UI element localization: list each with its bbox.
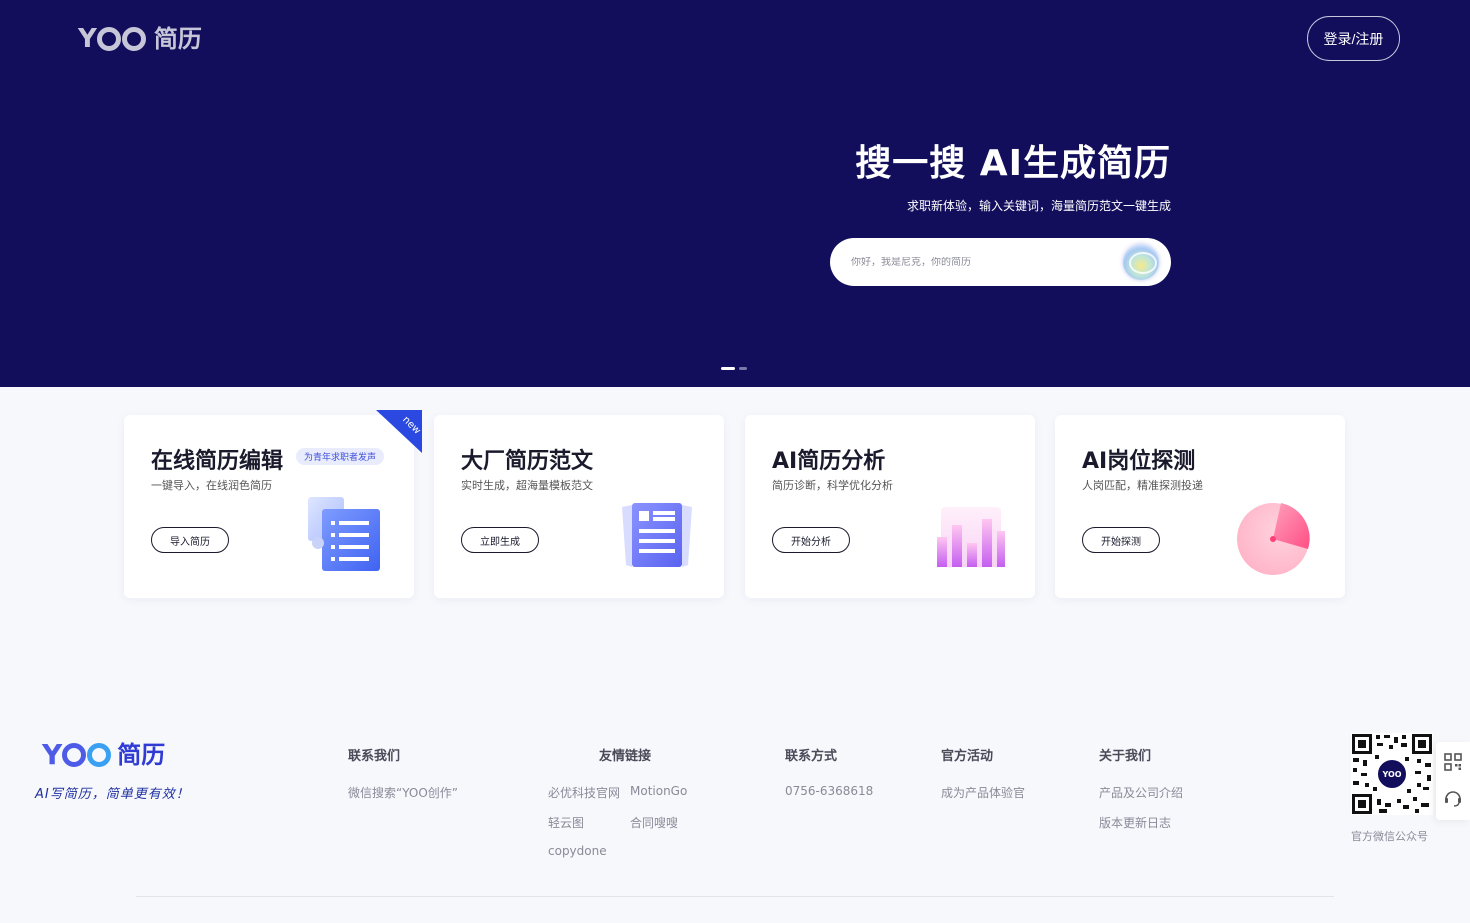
card-title: AI岗位探测 [1082,449,1196,474]
footer-about-company[interactable]: 产品及公司介绍 [1099,784,1183,801]
floating-side-toolbar [1436,742,1470,820]
feature-card-online-edit[interactable]: new 在线简历编辑 为青年求职者发声 一键导入，在线润色简历 导入简历 [124,410,422,598]
footer-about-title: 关于我们 [1099,749,1152,764]
carousel-dot-1[interactable] [721,367,735,370]
qr-center-logo: YOO [1381,770,1401,779]
header-logo[interactable]: Y 简历 [78,24,202,54]
friend-link-copydone[interactable]: copydone [548,844,607,858]
feature-card-analysis[interactable]: AI简历分析 简历诊断，科学优化分析 开始分析 [745,415,1035,598]
footer-logo-text: 简历 [117,741,166,769]
start-analysis-button[interactable]: 开始分析 [772,527,850,553]
logo-y: Y [78,24,97,54]
friend-link-motiongo[interactable]: MotionGo [630,784,687,798]
pie-radar-icon [1237,503,1310,575]
card-desc: 实时生成，超海量模板范文 [461,479,593,492]
footer-friends-title: 友情链接 [599,749,652,764]
wechat-qr-code: YOO [1351,733,1433,815]
logo-text: 简历 [153,25,202,53]
footer-phone-number: 0756-6368618 [785,784,874,798]
bar-chart-icon [937,507,1005,567]
feature-card-job-detect[interactable]: AI岗位探测 人岗匹配，精准探测投递 开始探测 [1055,415,1345,598]
qr-caption: 官方微信公众号 [1351,830,1428,843]
logo-mark: Y [78,24,146,54]
document-template-icon [622,503,692,567]
customer-service-icon[interactable] [1443,788,1463,808]
friend-link-biyou[interactable]: 必优科技官网 [548,784,620,801]
card-tag: 为青年求职者发声 [296,448,385,465]
footer-phone-title: 联系方式 [785,749,838,764]
ai-assistant-orb-icon[interactable] [1123,244,1159,280]
friend-link-qingyuntu[interactable]: 轻云图 [548,814,584,831]
footer-slogan: AI写简历，简单更有效！ [35,787,190,802]
friend-link-hetong[interactable]: 合同嗖嗖 [630,814,678,831]
footer-logo-o-ring [62,743,87,767]
footer-contact-title: 联系我们 [348,749,401,764]
hero-search-input[interactable] [851,256,1111,268]
footer-events-title: 官方活动 [941,749,994,764]
card-desc: 简历诊断，科学优化分析 [772,479,893,492]
footer-logo-y: Y [42,738,62,771]
feature-card-templates[interactable]: 大厂简历范文 实时生成，超海量模板范文 立即生成 [434,415,724,598]
card-title: AI简历分析 [772,449,886,474]
start-detect-button[interactable]: 开始探测 [1082,527,1160,553]
qr-code-icon[interactable] [1443,752,1463,772]
hero-subtitle: 求职新体验，输入关键词，海量简历范文一键生成 [906,199,1171,213]
card-title: 在线简历编辑 [151,449,284,474]
hero-banner: Y 简历 登录/注册 搜一搜 AI生成简历 求职新体验，输入关键词，海量简历范文… [0,0,1470,387]
carousel-indicator [721,367,747,370]
hero-title: 搜一搜 AI生成简历 [855,143,1171,184]
carousel-dot-2[interactable] [739,367,747,370]
new-ribbon: new [376,410,422,453]
card-desc: 一键导入，在线润色简历 [151,479,272,492]
logo-o-ring [96,27,121,51]
footer-contact-wechat: 微信搜索“YOO创作” [348,786,458,800]
generate-now-button[interactable]: 立即生成 [461,527,539,553]
logo-o-ring [121,27,146,51]
footer-event-tester[interactable]: 成为产品体验官 [941,784,1025,801]
footer-about-changelog[interactable]: 版本更新日志 [1099,814,1171,831]
card-desc: 人岗匹配，精准探测投递 [1082,479,1203,492]
document-list-icon [308,497,380,571]
footer-divider [136,896,1334,897]
card-title: 大厂简历范文 [461,449,594,474]
import-resume-button[interactable]: 导入简历 [151,527,229,553]
login-register-button[interactable]: 登录/注册 [1307,16,1400,61]
hero-search-box [830,238,1171,286]
footer-logo[interactable]: Y 简历 [42,740,165,770]
footer-logo-o-ring [87,743,112,767]
